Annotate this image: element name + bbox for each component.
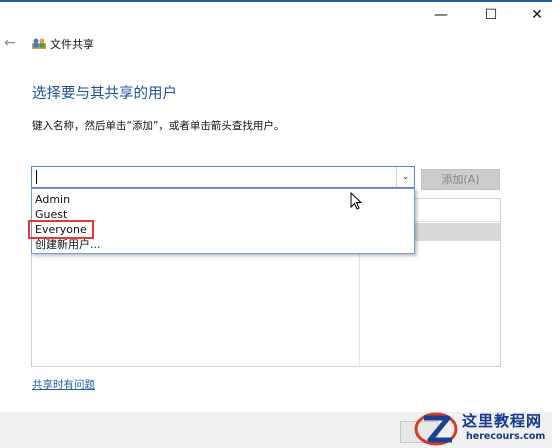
watermark-title: 这里教程网 xyxy=(462,412,543,430)
annotation-highlight-box xyxy=(28,220,94,239)
dropdown-option-create-user[interactable]: 创建新用户... xyxy=(35,237,101,252)
text-caret xyxy=(36,170,37,184)
sharing-problem-link[interactable]: 共享时有问题 xyxy=(32,377,95,392)
chevron-down-icon[interactable]: ⌄ xyxy=(396,167,414,187)
maximize-button[interactable]: ☐ xyxy=(476,6,506,24)
page-heading: 选择要与其共享的用户 xyxy=(32,86,177,102)
user-name-combobox[interactable]: ⌄ xyxy=(31,166,415,188)
window-top-border xyxy=(0,0,552,2)
watermark-url: herecours.com xyxy=(466,431,546,442)
window-title: 文件共享 xyxy=(50,38,94,51)
mouse-pointer-icon xyxy=(350,192,363,210)
instruction-text: 键入名称，然后单击“添加”，或者单击箭头查找用户。 xyxy=(32,120,285,132)
minimize-button[interactable]: — xyxy=(426,6,456,24)
add-button[interactable]: 添加(A) xyxy=(421,169,500,190)
dropdown-option-admin[interactable]: Admin xyxy=(35,192,70,207)
watermark-logo-icon xyxy=(414,412,458,446)
back-arrow-icon[interactable]: ← xyxy=(4,35,16,51)
close-button[interactable]: ✕ xyxy=(522,6,552,24)
sharing-users-icon xyxy=(32,38,46,49)
